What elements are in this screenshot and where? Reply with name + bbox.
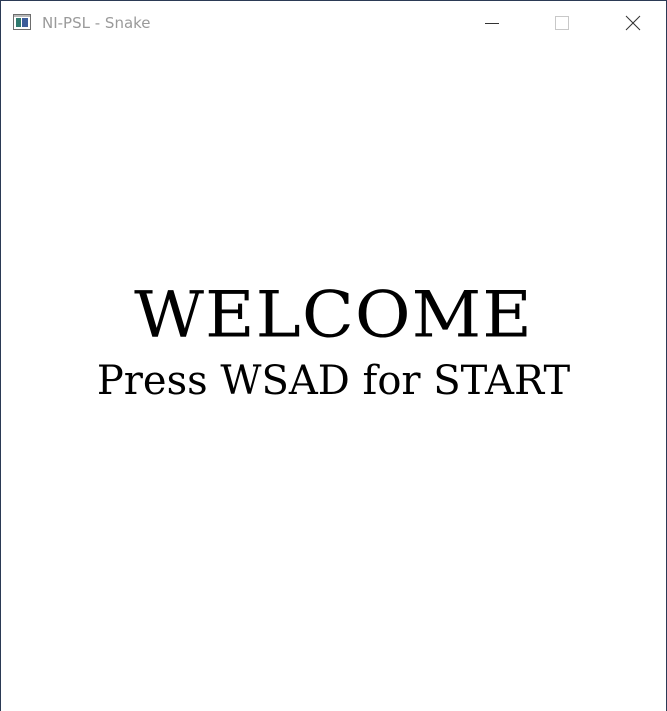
maximize-button[interactable]	[528, 1, 596, 45]
minimize-button[interactable]	[458, 1, 526, 45]
app-icon[interactable]	[13, 14, 31, 30]
title-bar[interactable]: NI-PSL - Snake	[1, 1, 666, 45]
game-canvas[interactable]: WELCOME Press WSAD for START	[1, 45, 666, 711]
window-title: NI-PSL - Snake	[42, 14, 151, 32]
close-button[interactable]	[598, 1, 666, 45]
welcome-heading: WELCOME	[134, 278, 533, 353]
app-window: NI-PSL - Snake WELCOME Press WSAD for ST…	[0, 0, 667, 711]
start-prompt: Press WSAD for START	[96, 358, 571, 404]
close-icon	[625, 15, 641, 31]
minimize-icon	[485, 23, 499, 24]
maximize-icon	[555, 16, 569, 30]
